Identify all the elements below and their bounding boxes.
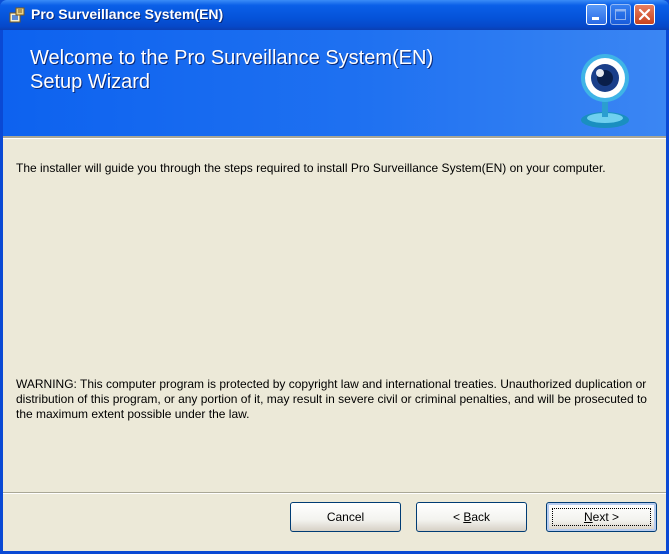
intro-text: The installer will guide you through the…	[16, 161, 606, 175]
window-title: Pro Surveillance System(EN)	[31, 6, 224, 22]
title-bar[interactable]: Pro Surveillance System(EN)	[0, 0, 669, 30]
installer-app-icon	[9, 7, 25, 23]
back-button-prefix: <	[452, 510, 464, 524]
close-button[interactable]	[634, 4, 655, 25]
wizard-title: Welcome to the Pro Surveillance System(E…	[30, 46, 550, 94]
copyright-warning-text: WARNING: This computer program is protec…	[16, 377, 647, 421]
wizard-banner: Welcome to the Pro Surveillance System(E…	[3, 30, 666, 136]
webcam-icon	[581, 54, 629, 128]
wizard-body: The installer will guide you through the…	[3, 139, 666, 492]
close-icon	[638, 8, 651, 21]
installer-window: Pro Surveillance System(EN) Welcome to t…	[0, 0, 669, 554]
maximize-button	[610, 4, 631, 25]
minimize-icon	[592, 17, 599, 20]
minimize-button[interactable]	[586, 4, 607, 25]
wizard-footer: Cancel < Back Next >	[3, 494, 666, 551]
back-button-rest: ack	[471, 510, 491, 524]
wizard-title-line1: Welcome to the Pro Surveillance System(E…	[30, 47, 434, 69]
focus-rectangle	[552, 508, 651, 526]
back-button[interactable]: < Back	[416, 502, 527, 532]
wizard-title-line2: Setup Wizard	[30, 71, 151, 93]
cancel-button[interactable]: Cancel	[290, 502, 401, 532]
maximize-icon	[615, 9, 626, 20]
cancel-button-label: Cancel	[326, 510, 365, 524]
next-button[interactable]: Next >	[546, 502, 657, 532]
